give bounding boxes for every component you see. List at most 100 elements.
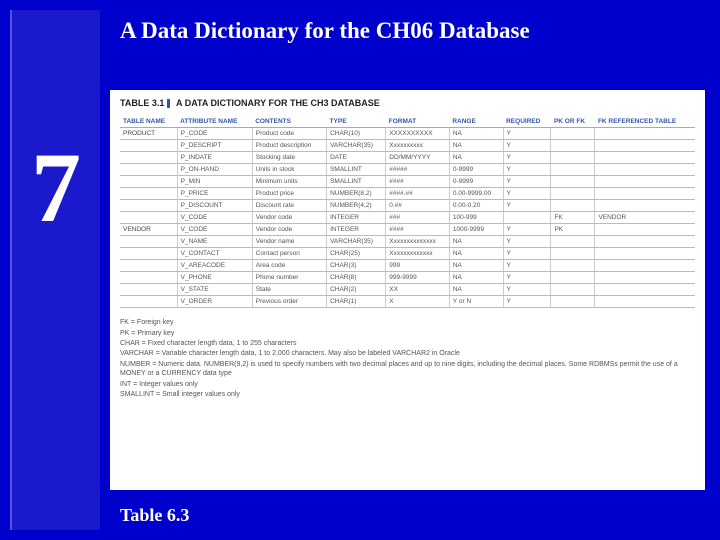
cell	[120, 164, 177, 176]
caption-prefix: TABLE 3.1	[120, 98, 164, 108]
page-number: 7	[12, 130, 100, 245]
cell	[551, 140, 595, 152]
cell: NUMBER(4,2)	[327, 200, 386, 212]
cell: SMALLINT	[327, 164, 386, 176]
cell: CHAR(8)	[327, 272, 386, 284]
cell: Product description	[252, 140, 326, 152]
slide-title: A Data Dictionary for the CH06 Database	[120, 18, 530, 44]
cell: 0.##	[386, 200, 450, 212]
data-dictionary-table: TABLE NAMEATTRIBUTE NAMECONTENTSTYPEFORM…	[120, 116, 695, 308]
cell: Vendor code	[252, 212, 326, 224]
cell	[120, 248, 177, 260]
cell: Y	[503, 188, 551, 200]
cell	[551, 176, 595, 188]
cell	[120, 176, 177, 188]
cell: Y	[503, 272, 551, 284]
cell: 0-9999	[449, 176, 503, 188]
cell: NA	[449, 236, 503, 248]
table-caption: TABLE 3.1 A DATA DICTIONARY FOR THE CH3 …	[120, 98, 695, 108]
cell: VARCHAR(35)	[327, 140, 386, 152]
cell	[120, 236, 177, 248]
cell: Product code	[252, 128, 326, 140]
cell: XXXXXXXXXX	[386, 128, 450, 140]
cell	[120, 140, 177, 152]
cell: Y	[503, 164, 551, 176]
cell: 999	[386, 260, 450, 272]
cell: P_MIN	[177, 176, 252, 188]
cell	[551, 164, 595, 176]
cell: NA	[449, 248, 503, 260]
table-row: P_DISCOUNTDiscount rateNUMBER(4,2)0.##0.…	[120, 200, 695, 212]
cell: CHAR(1)	[327, 296, 386, 308]
cell	[551, 128, 595, 140]
cell: VENDOR	[595, 212, 695, 224]
cell	[551, 284, 595, 296]
legend-line: NUMBER = Numeric data. NUMBER(9,2) is us…	[120, 360, 695, 379]
cell	[551, 200, 595, 212]
cell	[595, 188, 695, 200]
cell: Y	[503, 140, 551, 152]
cell: V_CODE	[177, 224, 252, 236]
cell	[551, 248, 595, 260]
cell: DD/MM/YYYY	[386, 152, 450, 164]
table-row: P_ON-HANDUnits in stockSMALLINT#####0-99…	[120, 164, 695, 176]
cell: NA	[449, 128, 503, 140]
legend-line: PK = Primary key	[120, 329, 695, 338]
cell: V_NAME	[177, 236, 252, 248]
cell: XX	[386, 284, 450, 296]
cell	[551, 272, 595, 284]
content-panel: TABLE 3.1 A DATA DICTIONARY FOR THE CH3 …	[110, 90, 705, 490]
cell: Minimum units	[252, 176, 326, 188]
cell: #####	[386, 164, 450, 176]
cell: VENDOR	[120, 224, 177, 236]
cell: 100-999	[449, 212, 503, 224]
cell: 1000-9999	[449, 224, 503, 236]
legend-line: INT = Integer values only	[120, 380, 695, 389]
cell: Units in stock	[252, 164, 326, 176]
cell	[120, 284, 177, 296]
cell: Previous order	[252, 296, 326, 308]
cell	[120, 152, 177, 164]
cell: CHAR(3)	[327, 260, 386, 272]
cell: Y	[503, 260, 551, 272]
table-row: P_INDATEStocking dateDATEDD/MM/YYYYNAY	[120, 152, 695, 164]
cell	[595, 152, 695, 164]
cell: ####.##	[386, 188, 450, 200]
cell: Y or N	[449, 296, 503, 308]
footer-label: Table 6.3	[120, 505, 189, 526]
cell: 0.00-0.20	[449, 200, 503, 212]
table-row: V_CODEVendor codeINTEGER###100-999FKVEND…	[120, 212, 695, 224]
cell: FK	[551, 212, 595, 224]
caption-bar-icon	[167, 99, 170, 108]
cell: V_PHONE	[177, 272, 252, 284]
cell: 999-9999	[386, 272, 450, 284]
cell	[551, 152, 595, 164]
cell	[120, 260, 177, 272]
cell: X	[386, 296, 450, 308]
cell: V_ORDER	[177, 296, 252, 308]
legend: FK = Foreign keyPK = Primary keyCHAR = F…	[120, 318, 695, 400]
cell: VARCHAR(35)	[327, 236, 386, 248]
table-row: V_CONTACTContact personCHAR(25)Xxxxxxxxx…	[120, 248, 695, 260]
cell	[551, 188, 595, 200]
cell	[120, 200, 177, 212]
cell: P_DESCRIPT	[177, 140, 252, 152]
cell	[551, 236, 595, 248]
cell: Phone number	[252, 272, 326, 284]
cell	[595, 296, 695, 308]
cell: DATE	[327, 152, 386, 164]
cell	[595, 176, 695, 188]
cell	[595, 272, 695, 284]
col-header: REQUIRED	[503, 116, 551, 128]
cell	[551, 296, 595, 308]
cell: PK	[551, 224, 595, 236]
cell: State	[252, 284, 326, 296]
cell: Discount rate	[252, 200, 326, 212]
cell: Xxxxxxxxxx	[386, 140, 450, 152]
table-header-row: TABLE NAMEATTRIBUTE NAMECONTENTSTYPEFORM…	[120, 116, 695, 128]
cell	[595, 164, 695, 176]
cell: NA	[449, 140, 503, 152]
cell	[120, 272, 177, 284]
table-row: VENDORV_CODEVendor codeINTEGER####1000-9…	[120, 224, 695, 236]
col-header: FK REFERENCED TABLE	[595, 116, 695, 128]
